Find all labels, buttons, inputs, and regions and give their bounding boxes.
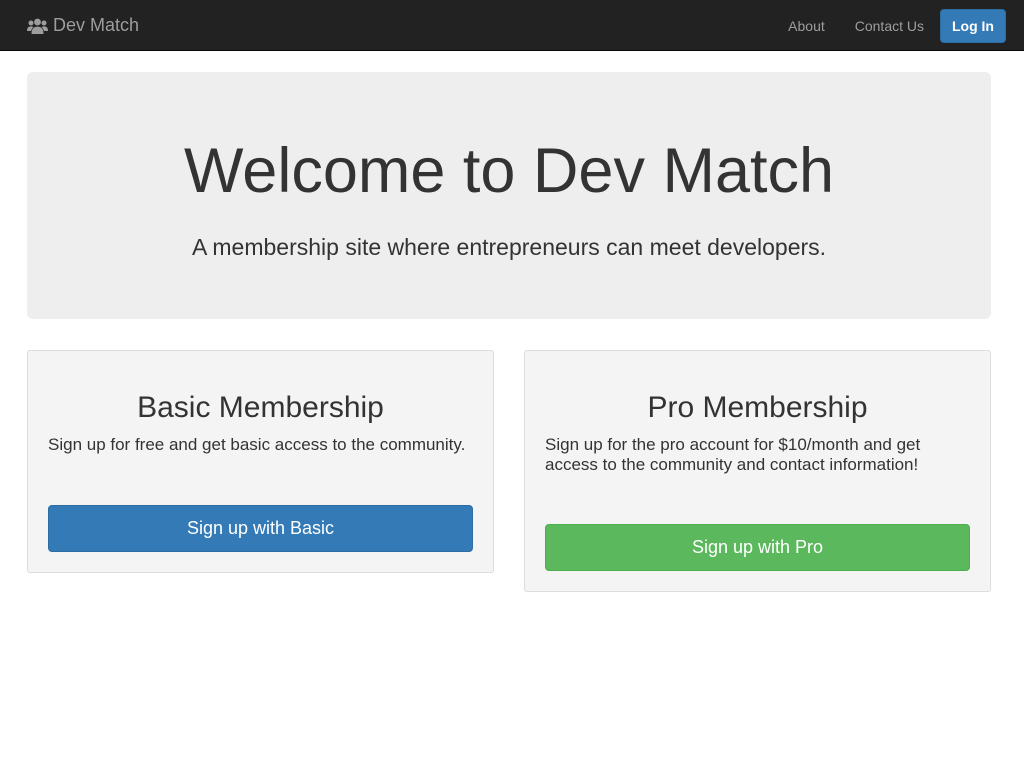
pro-membership-description: Sign up for the pro account for $10/mont… bbox=[545, 435, 921, 474]
signup-pro-button[interactable]: Sign up with Pro bbox=[545, 524, 970, 571]
basic-membership-title: Basic Membership bbox=[137, 391, 384, 424]
basic-membership-description: Sign up for free and get basic access to… bbox=[48, 435, 466, 454]
basic-membership-panel: Basic Membership Sign up for free and ge… bbox=[27, 350, 494, 573]
pro-membership-title: Pro Membership bbox=[647, 391, 868, 424]
hero-subtitle: A membership site where entrepreneurs ca… bbox=[191, 234, 827, 260]
hero-jumbotron: Welcome to Dev Match A membership site w… bbox=[27, 72, 991, 319]
brand-label: Dev Match bbox=[53, 15, 140, 35]
pro-membership-panel: Pro Membership Sign up for the pro accou… bbox=[524, 350, 991, 592]
top-navbar: Dev Match About Contact Us Log In bbox=[0, 0, 1024, 51]
hero-title: Welcome to Dev Match bbox=[183, 136, 835, 206]
nav-link-contact-us[interactable]: Contact Us bbox=[855, 18, 924, 34]
nav-link-about[interactable]: About bbox=[788, 18, 825, 34]
login-button[interactable]: Log In bbox=[940, 8, 1006, 43]
brand-link[interactable]: Dev Match bbox=[27, 0, 139, 51]
signup-basic-button[interactable]: Sign up with Basic bbox=[48, 505, 473, 552]
nav-links: About Contact Us Log In bbox=[788, 0, 1006, 51]
users-icon bbox=[27, 18, 48, 34]
